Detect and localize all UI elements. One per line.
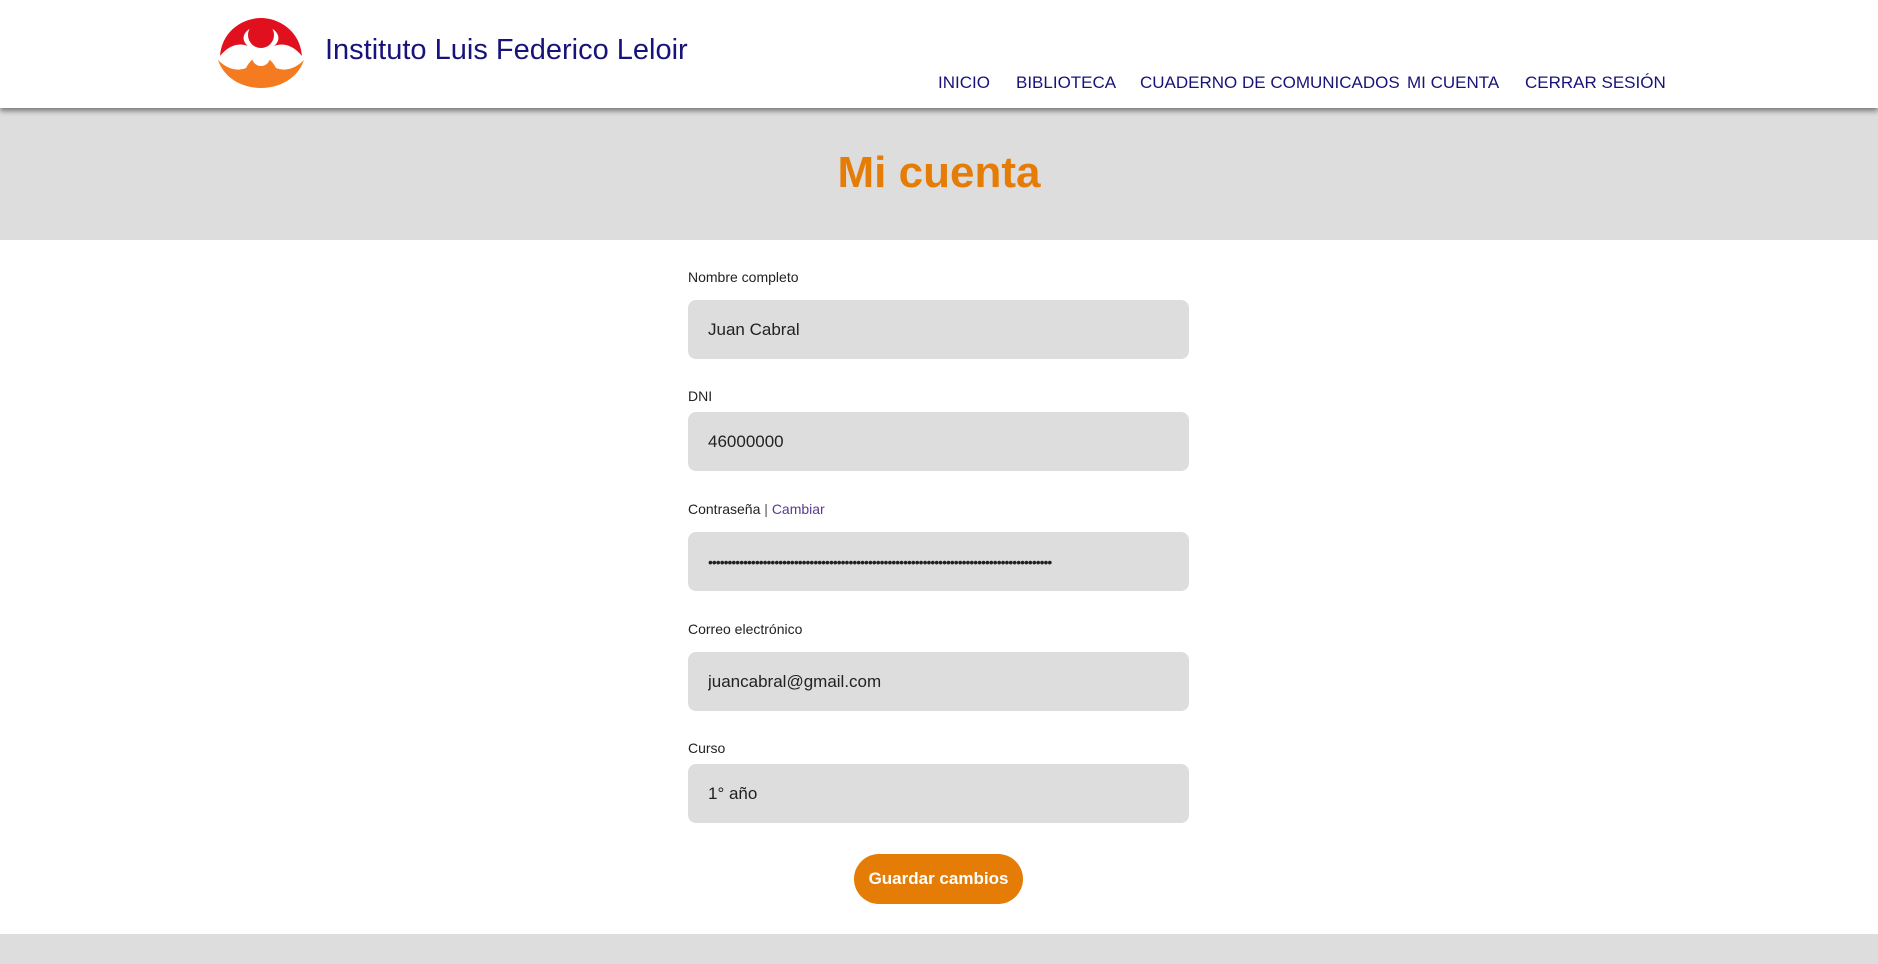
- password-separator: |: [764, 501, 768, 517]
- nav-inicio[interactable]: INICIO: [938, 73, 990, 93]
- name-label: Nombre completo: [688, 269, 799, 285]
- main-nav: INICIO BIBLIOTECA CUADERNO DE COMUNICADO…: [0, 73, 1878, 93]
- course-input[interactable]: [688, 764, 1189, 823]
- page-footer: [0, 934, 1878, 964]
- nav-biblioteca[interactable]: BIBLIOTECA: [1016, 73, 1116, 93]
- dni-label: DNI: [688, 388, 713, 404]
- name-input[interactable]: [688, 300, 1189, 359]
- course-label: Curso: [688, 740, 726, 756]
- password-label: Contraseña: [688, 501, 761, 517]
- password-label-row: Contraseña | Cambiar: [688, 501, 825, 517]
- page-title: Mi cuenta: [837, 148, 1041, 197]
- dni-input[interactable]: [688, 412, 1189, 471]
- nav-cuaderno-de-comunicados[interactable]: CUADERNO DE COMUNICADOS: [1140, 73, 1400, 93]
- save-changes-button[interactable]: Guardar cambios: [854, 854, 1023, 904]
- email-input[interactable]: [688, 652, 1189, 711]
- page-banner: Mi cuenta: [0, 108, 1878, 240]
- site-title[interactable]: Instituto Luis Federico Leloir: [325, 34, 688, 67]
- password-input[interactable]: [688, 532, 1189, 591]
- change-password-link[interactable]: Cambiar: [772, 501, 825, 517]
- nav-cerrar-sesion[interactable]: CERRAR SESIÓN: [1525, 73, 1666, 93]
- email-label: Correo electrónico: [688, 621, 803, 637]
- nav-mi-cuenta[interactable]: MI CUENTA: [1407, 73, 1499, 93]
- site-header: Instituto Luis Federico Leloir INICIO BI…: [0, 0, 1878, 108]
